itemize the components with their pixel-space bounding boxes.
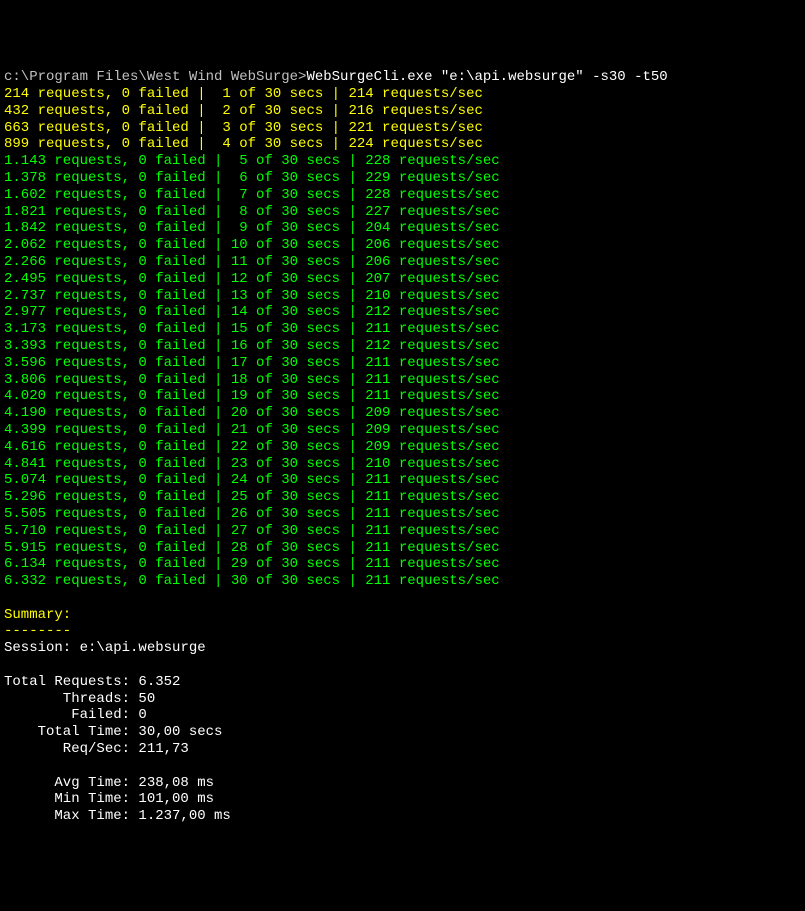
progress-row: 663 requests, 0 failed | 3 of 30 secs | … (4, 120, 483, 136)
progress-row: 5.915 requests, 0 failed | 28 of 30 secs… (4, 540, 500, 556)
progress-row: 1.821 requests, 0 failed | 8 of 30 secs … (4, 204, 500, 220)
progress-row: 2.495 requests, 0 failed | 12 of 30 secs… (4, 271, 500, 287)
req-sec-line: Req/Sec: 211,73 (4, 741, 189, 757)
threads-line: Threads: 50 (4, 691, 155, 707)
progress-row: 2.977 requests, 0 failed | 14 of 30 secs… (4, 304, 500, 320)
total-requests-line: Total Requests: 6.352 (4, 674, 180, 690)
progress-row: 2.062 requests, 0 failed | 10 of 30 secs… (4, 237, 500, 253)
progress-row: 2.266 requests, 0 failed | 11 of 30 secs… (4, 254, 500, 270)
progress-row: 2.737 requests, 0 failed | 13 of 30 secs… (4, 288, 500, 304)
progress-row: 3.393 requests, 0 failed | 16 of 30 secs… (4, 338, 500, 354)
progress-row: 5.296 requests, 0 failed | 25 of 30 secs… (4, 489, 500, 505)
session-line: Session: e:\api.websurge (4, 640, 206, 656)
progress-row: 4.616 requests, 0 failed | 22 of 30 secs… (4, 439, 500, 455)
progress-row: 899 requests, 0 failed | 4 of 30 secs | … (4, 136, 483, 152)
total-time-line: Total Time: 30,00 secs (4, 724, 222, 740)
progress-row: 5.710 requests, 0 failed | 27 of 30 secs… (4, 523, 500, 539)
progress-row: 6.134 requests, 0 failed | 29 of 30 secs… (4, 556, 500, 572)
progress-row: 5.074 requests, 0 failed | 24 of 30 secs… (4, 472, 500, 488)
progress-row: 3.173 requests, 0 failed | 15 of 30 secs… (4, 321, 500, 337)
command-prompt-line: c:\Program Files\West Wind WebSurge>WebS… (4, 69, 668, 85)
failed-line: Failed: 0 (4, 707, 147, 723)
summary-divider: -------- (4, 623, 71, 639)
progress-row: 432 requests, 0 failed | 2 of 30 secs | … (4, 103, 483, 119)
terminal-output: c:\Program Files\West Wind WebSurge>WebS… (4, 69, 801, 825)
min-time-line: Min Time: 101,00 ms (4, 791, 214, 807)
progress-row: 214 requests, 0 failed | 1 of 30 secs | … (4, 86, 483, 102)
max-time-line: Max Time: 1.237,00 ms (4, 808, 231, 824)
progress-row: 4.020 requests, 0 failed | 19 of 30 secs… (4, 388, 500, 404)
progress-row: 1.842 requests, 0 failed | 9 of 30 secs … (4, 220, 500, 236)
progress-row: 3.596 requests, 0 failed | 17 of 30 secs… (4, 355, 500, 371)
progress-row: 5.505 requests, 0 failed | 26 of 30 secs… (4, 506, 500, 522)
progress-row: 1.602 requests, 0 failed | 7 of 30 secs … (4, 187, 500, 203)
progress-row: 1.378 requests, 0 failed | 6 of 30 secs … (4, 170, 500, 186)
progress-row: 6.332 requests, 0 failed | 30 of 30 secs… (4, 573, 500, 589)
progress-row: 4.841 requests, 0 failed | 23 of 30 secs… (4, 456, 500, 472)
summary-heading: Summary: (4, 607, 71, 623)
progress-row: 1.143 requests, 0 failed | 5 of 30 secs … (4, 153, 500, 169)
progress-row: 3.806 requests, 0 failed | 18 of 30 secs… (4, 372, 500, 388)
progress-row: 4.190 requests, 0 failed | 20 of 30 secs… (4, 405, 500, 421)
progress-row: 4.399 requests, 0 failed | 21 of 30 secs… (4, 422, 500, 438)
avg-time-line: Avg Time: 238,08 ms (4, 775, 214, 791)
